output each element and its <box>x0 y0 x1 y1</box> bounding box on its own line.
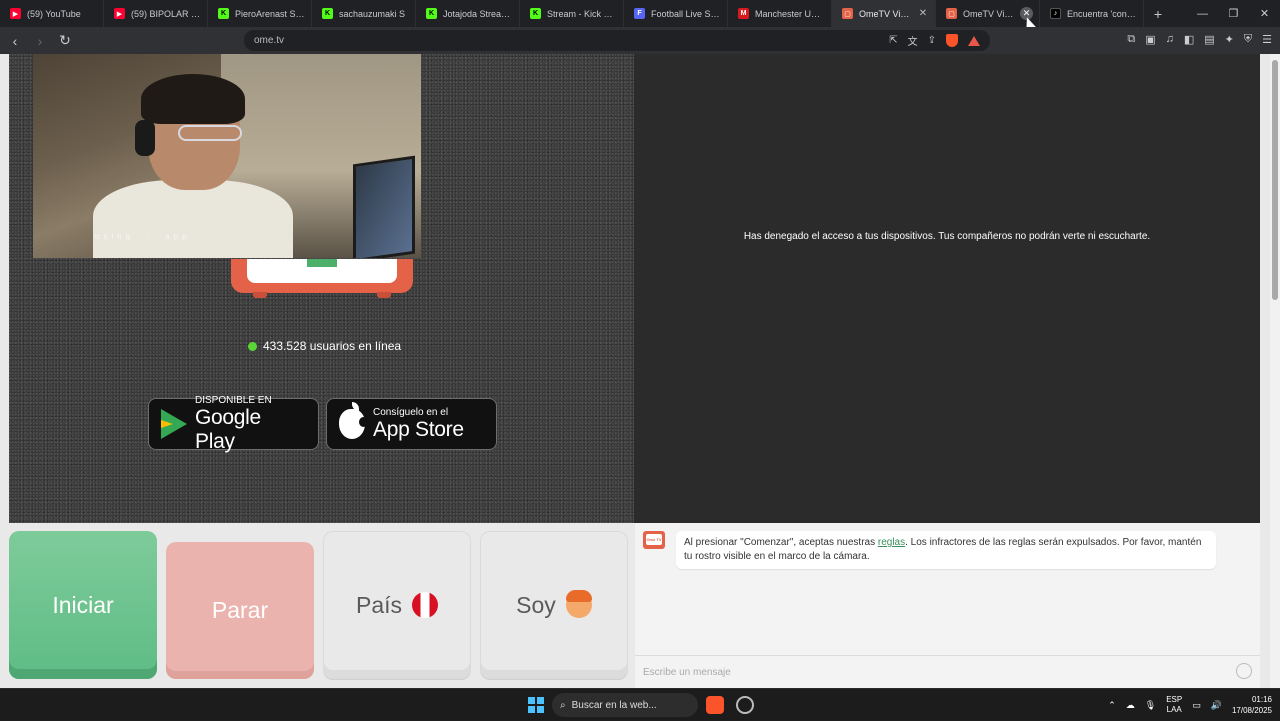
start-button[interactable]: Iniciar <box>9 531 157 679</box>
tiktok-icon: ♪ <box>1050 8 1061 19</box>
language-indicator[interactable]: ESP LAA <box>1166 695 1182 715</box>
tab-bipolar[interactable]: ▶(59) BIPOLAR (Vide <box>104 0 208 27</box>
tab-youtube[interactable]: ▶ (59) YouTube <box>0 0 104 27</box>
windows-taskbar: ⌕ Buscar en la web... ⌃ ☁ 🎙 ESP LAA ▭ 🔊 … <box>0 688 1280 720</box>
chevron-up-icon[interactable]: ⌃ <box>1108 700 1116 711</box>
sidebar-icon[interactable]: ◧ <box>1184 33 1194 46</box>
chat-panel: Ome TV Al presionar "Comenzar", aceptas … <box>635 523 1260 688</box>
apple-icon <box>339 402 368 439</box>
cloud-icon[interactable]: ☁ <box>1126 700 1135 711</box>
boy-avatar-icon <box>565 590 592 618</box>
back-icon[interactable]: ‹ <box>5 31 25 51</box>
minimize-icon[interactable]: — <box>1187 0 1218 27</box>
online-users: 433.528 usuarios en línea <box>248 339 401 353</box>
ometv-chat-icon: Ome TV <box>643 531 665 549</box>
taskbar-search[interactable]: ⌕ Buscar en la web... <box>552 693 698 717</box>
online-count: 433.528 usuarios en línea <box>263 339 402 353</box>
close-tab-icon[interactable]: ✕ <box>917 8 929 19</box>
forward-icon[interactable]: › <box>30 31 50 51</box>
permission-denied-message: Has denegado el acceso a tus dispositivo… <box>743 231 1151 242</box>
stop-button[interactable]: Parar <box>166 542 314 679</box>
page-scrollbar[interactable] <box>1270 54 1280 688</box>
country-button[interactable]: País <box>323 531 471 679</box>
self-video-panel: using ... app 433.528 usuarios en línea … <box>9 54 634 523</box>
kick-icon: K <box>426 8 437 19</box>
tab-ometv-1[interactable]: ▢ OmeTV Video ✕ <box>832 0 936 27</box>
extensions-icon[interactable]: ⧉ <box>1127 33 1135 46</box>
ometv-page: using ... app 433.528 usuarios en línea … <box>0 54 1270 688</box>
wallet-icon[interactable]: ▣ <box>1145 33 1155 46</box>
system-tray: ⌃ ☁ 🎙 ESP LAA ▭ 🔊 01:16 17/08/2025 <box>1108 689 1272 721</box>
news-site-icon: M <box>738 8 749 19</box>
football-site-icon: F <box>634 8 645 19</box>
emoji-icon[interactable] <box>1236 663 1252 679</box>
tab-sachauzumaki[interactable]: Ksachauzumaki S <box>312 0 416 27</box>
youtube-icon: ▶ <box>10 8 21 19</box>
open-external-icon[interactable]: ⇱ <box>889 35 897 46</box>
camera-watermark: using ... app <box>95 232 191 241</box>
vpn-icon[interactable]: ⛨ <box>1244 33 1252 46</box>
tab-pieroarenast[interactable]: KPieroArenast Stream <box>208 0 312 27</box>
menu-icon[interactable]: ☰ <box>1262 33 1272 46</box>
kick-icon: K <box>530 8 541 19</box>
search-icon: ⌕ <box>560 699 566 711</box>
windows-start-icon[interactable] <box>528 697 544 713</box>
volume-icon[interactable]: 🔊 <box>1211 700 1222 711</box>
tab-manchester-united[interactable]: M Manchester United <box>728 0 832 27</box>
wallet-card-icon[interactable]: ▤ <box>1204 33 1214 46</box>
ometv-icon: ▢ <box>842 8 853 19</box>
url-text[interactable]: ome.tv <box>254 35 284 46</box>
close-window-icon[interactable]: ✕ <box>1249 0 1280 27</box>
kick-icon: K <box>322 8 333 19</box>
google-play-icon <box>161 409 187 439</box>
translate-icon[interactable]: 文 <box>908 33 918 48</box>
peru-flag-icon <box>412 592 439 618</box>
gender-label: Soy <box>516 591 556 618</box>
message-placeholder[interactable]: Escribe un mensaje <box>643 667 731 678</box>
message-input[interactable]: Escribe un mensaje <box>635 655 1260 688</box>
google-play-button[interactable]: DISPONIBLE EN Google Play <box>148 395 319 453</box>
partner-video-panel: Has denegado el acceso a tus dispositivo… <box>634 54 1260 523</box>
microphone-icon[interactable]: 🎙 <box>1145 700 1156 711</box>
leo-ai-icon[interactable]: ✦ <box>1225 33 1234 46</box>
network-icon[interactable]: ▭ <box>1192 700 1201 711</box>
tab-strip: ▶(59) YouTube ▶(59) BIPOLAR (Vide KPiero… <box>0 0 1280 27</box>
gender-button[interactable]: Soy <box>480 531 628 679</box>
brave-taskbar-icon[interactable] <box>706 696 724 714</box>
kick-icon: K <box>218 8 229 19</box>
toolbar-actions: ⧉ ▣ ♫ ◧ ▤ ✦ ⛨ ☰ <box>1127 33 1272 46</box>
clock[interactable]: 01:16 17/08/2025 <box>1232 694 1272 716</box>
share-icon[interactable]: ⇪ <box>928 35 936 46</box>
media-icon[interactable]: ♫ <box>1166 33 1174 46</box>
brave-shields-icon[interactable] <box>946 34 958 47</box>
obs-taskbar-icon[interactable] <box>736 696 754 714</box>
rules-link[interactable]: reglas <box>878 537 905 548</box>
tab-tiktok[interactable]: ♪ Encuentra 'configu <box>1040 0 1144 27</box>
browser-toolbar: ‹ › ↻ ome.tv ⇱ 文 ⇪ ⧉ ▣ ♫ ◧ ▤ ✦ ⛨ ☰ <box>0 27 1280 54</box>
window-controls: — ❐ ✕ <box>1187 0 1280 27</box>
webcam-preview: using ... app <box>33 54 421 258</box>
brave-rewards-icon[interactable] <box>968 35 980 46</box>
tab-kick-dashboard[interactable]: KStream - Kick Dashl <box>520 0 624 27</box>
address-bar[interactable]: ome.tv ⇱ 文 ⇪ <box>244 30 990 51</box>
system-message: Al presionar "Comenzar", aceptas nuestra… <box>676 531 1216 569</box>
country-label: País <box>355 591 403 618</box>
reload-icon[interactable]: ↻ <box>55 31 75 51</box>
restore-icon[interactable]: ❐ <box>1218 0 1249 27</box>
new-tab-button[interactable]: + <box>1144 6 1172 22</box>
tab-football-live[interactable]: FFootball Live Scores <box>624 0 728 27</box>
tab-jotajoda[interactable]: KJotajoda Stream - W <box>416 0 520 27</box>
ometv-logo <box>231 259 413 298</box>
online-dot-icon <box>248 341 257 351</box>
ometv-icon: ▢ <box>946 8 957 19</box>
youtube-icon: ▶ <box>114 8 125 19</box>
app-store-button[interactable]: Consíguelo en el App Store <box>326 398 497 450</box>
